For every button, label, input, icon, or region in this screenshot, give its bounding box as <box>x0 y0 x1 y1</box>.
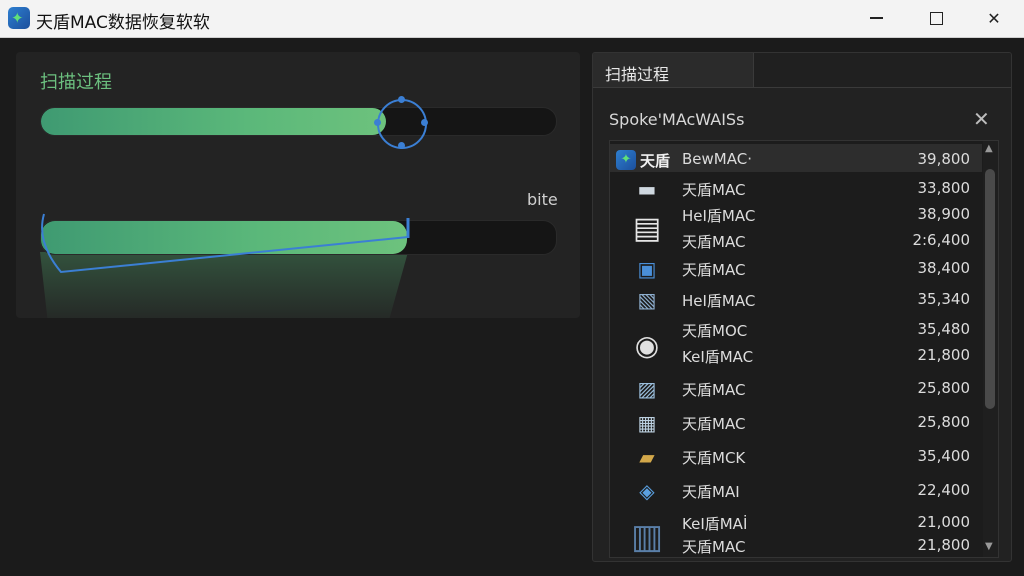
item-name: HeI盾MAC <box>682 292 756 310</box>
app-logo-icon: ✦ <box>8 7 30 29</box>
maximize-button[interactable] <box>906 0 966 36</box>
title-bar: ✦ 天盾MAC数据恢复软软 ✕ <box>0 0 1024 38</box>
list-item[interactable]: ▰ 天盾MCK 35,400 <box>610 439 982 473</box>
item-size: 39,800 <box>917 150 971 168</box>
results-subtitle: Spoke'MAcWAISs <box>609 110 745 129</box>
item-name: 天盾MAC <box>682 415 746 433</box>
list-item[interactable]: ▥ KeI盾MAİ 21,000 <box>610 507 982 557</box>
scan-progress-panel: 扫描过程 bite <box>16 52 580 318</box>
file-list[interactable]: ✦ 天盾 BewMAC· 39,800 ▬ 天盾MAC 33,800 ▤ HeI… <box>609 140 999 558</box>
list-item[interactable]: ▤ HeI盾MAC 38,900 <box>610 201 982 246</box>
list-item[interactable]: ✦ 天盾 BewMAC· 39,800 <box>610 144 982 172</box>
item-name: BewMAC· <box>682 150 752 168</box>
close-button[interactable]: ✕ <box>964 0 1024 36</box>
list-item[interactable]: ▧ HeI盾MAC 35,340 <box>610 283 982 315</box>
minimize-icon <box>869 17 883 19</box>
header-spacer <box>754 53 1011 88</box>
results-header-tab[interactable]: 扫描过程 <box>593 53 754 88</box>
image-icon: ▨ <box>637 377 657 401</box>
chart-file-icon: ▦ <box>637 411 657 435</box>
item-name: 天盾MAC <box>682 233 746 251</box>
item-name: 天盾MAC <box>682 538 746 556</box>
item-name: 天盾MCK <box>682 449 746 467</box>
item-name: KeI盾MAC <box>682 348 754 366</box>
list-item[interactable]: KeI盾MAC 21,800 <box>610 343 982 371</box>
results-title: 扫描过程 <box>605 65 670 84</box>
item-size: 25,800 <box>917 413 971 431</box>
item-brand: 天盾 <box>640 152 671 170</box>
results-panel: 扫描过程 Spoke'MAcWAISs ✕ ✦ 天盾 BewMAC· 39,80… <box>592 52 1012 562</box>
scroll-down-icon[interactable]: ▼ <box>985 541 993 552</box>
minimize-button[interactable] <box>846 0 906 36</box>
list-item[interactable]: ▨ 天盾MAC 25,800 <box>610 371 982 405</box>
list-item[interactable]: ▣ 天盾MAC 38,400 <box>610 253 982 283</box>
app-logo-icon: ✦ <box>616 150 636 170</box>
item-size: 38,400 <box>917 259 971 277</box>
item-size: 2:6,400 <box>912 231 970 249</box>
window-title: 天盾MAC数据恢复软软 <box>36 13 210 33</box>
water-drop-icon: ◈ <box>639 479 655 503</box>
monitor-icon: ▣ <box>637 257 657 281</box>
item-name: 天盾MAC <box>682 181 746 199</box>
item-size: 33,800 <box>917 179 971 197</box>
folder-icon: ▰ <box>639 445 655 469</box>
list-item[interactable]: ▬ 天盾MAC 33,800 <box>610 175 982 201</box>
close-icon[interactable]: ✕ <box>973 107 990 131</box>
image-icon: ▧ <box>637 288 657 312</box>
item-name: 天盾MAC <box>682 381 746 399</box>
list-item[interactable]: 天盾MAC 2:6,400 <box>610 227 982 253</box>
trend-line <box>41 213 409 274</box>
item-size: 35,340 <box>917 290 971 308</box>
maximize-icon <box>929 11 943 25</box>
close-icon: ✕ <box>987 8 1001 28</box>
item-name: KeI盾MAİ <box>682 515 748 533</box>
item-size: 21,800 <box>917 346 971 364</box>
list-item[interactable]: ▦ 天盾MAC 25,800 <box>610 405 982 439</box>
item-name: 天盾MAI <box>682 483 740 501</box>
item-size: 38,900 <box>917 205 971 223</box>
item-name: HeI盾MAC <box>682 207 756 225</box>
scroll-up-icon[interactable]: ▲ <box>985 143 993 154</box>
list-item[interactable]: 天盾MAC 21,800 <box>610 533 982 557</box>
item-size: 35,480 <box>917 320 971 338</box>
item-name: 天盾MOC <box>682 322 748 340</box>
drive-icon: ▬ <box>637 177 657 201</box>
item-size: 25,800 <box>917 379 971 397</box>
item-size: 21,000 <box>917 513 971 531</box>
scroll-thumb[interactable] <box>985 169 995 409</box>
list-item[interactable]: ◈ 天盾MAI 22,400 <box>610 473 982 507</box>
trend-line-overlay <box>41 213 410 274</box>
scrollbar[interactable]: ▲ ▼ <box>983 141 998 557</box>
item-size: 35,400 <box>917 447 971 465</box>
item-size: 21,800 <box>917 536 971 554</box>
list-item[interactable]: ◉ 天盾MOC 35,480 <box>610 315 982 362</box>
item-name: 天盾MAC <box>682 261 746 279</box>
item-size: 22,400 <box>917 481 971 499</box>
